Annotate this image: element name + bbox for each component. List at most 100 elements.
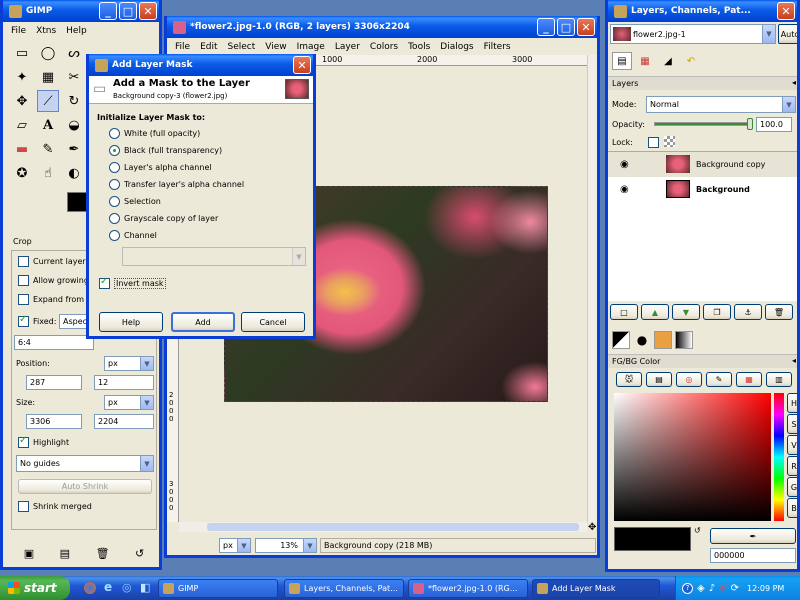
aspect-ratio-field[interactable]: 6:4 xyxy=(14,335,94,350)
maximize-button[interactable]: □ xyxy=(119,2,137,20)
help-button[interactable]: Help xyxy=(99,312,163,332)
color-picker-button[interactable]: ✒ xyxy=(710,528,796,544)
swap-colors-icon[interactable]: ↺ xyxy=(694,526,701,535)
menu-help[interactable]: Help xyxy=(62,26,91,36)
update-tray-icon[interactable]: ⟳ xyxy=(731,583,739,594)
mask-option-row[interactable]: White (full opacity) xyxy=(109,128,200,139)
mask-option-radio[interactable] xyxy=(109,196,120,207)
mask-option-row[interactable]: Black (full transparency) xyxy=(109,145,222,156)
menu-colors[interactable]: Colors xyxy=(366,42,402,52)
duplicate-layer-button[interactable]: ❐ xyxy=(703,304,731,320)
menu-xtns[interactable]: Xtns xyxy=(32,26,60,36)
layer-row[interactable]: ◉ Background copy xyxy=(608,152,797,177)
size-width-field[interactable]: 3306 xyxy=(26,414,82,429)
undo-tab-icon[interactable]: ↶ xyxy=(681,52,701,70)
current-layer-checkbox[interactable] xyxy=(18,256,29,267)
scroll-thumb[interactable] xyxy=(207,523,579,531)
mask-option-radio[interactable] xyxy=(109,213,120,224)
position-unit-select[interactable]: px ▼ xyxy=(104,356,154,371)
minimize-button[interactable]: _ xyxy=(99,2,117,20)
layers-tab-icon[interactable]: ▤ xyxy=(612,52,632,70)
add-button[interactable]: Add xyxy=(171,312,235,332)
gradient-tab-icon[interactable] xyxy=(675,331,693,349)
scissors-icon[interactable]: ✂ xyxy=(63,66,85,88)
mask-option-row[interactable]: Layer's alpha channel xyxy=(109,162,212,173)
restore-options-icon[interactable]: ▤ xyxy=(60,547,70,565)
hue-strip[interactable] xyxy=(774,393,784,521)
security-tray-icon[interactable]: ⛨ xyxy=(719,583,727,594)
shrink-merged-checkbox[interactable] xyxy=(18,501,29,512)
watercolor-selector-button[interactable]: ✎ xyxy=(706,372,732,387)
move-icon[interactable]: ✥ xyxy=(11,90,33,112)
channel-b-button[interactable]: B xyxy=(787,498,797,518)
fg-color-preview[interactable] xyxy=(614,527,691,551)
browser-icon[interactable]: ◎ xyxy=(122,581,132,594)
mode-select[interactable]: Normal ▼ xyxy=(646,96,796,113)
ie-icon[interactable]: e xyxy=(104,580,112,594)
channel-v-button[interactable]: V xyxy=(787,435,797,455)
mask-option-row[interactable]: Selection xyxy=(109,196,161,207)
paths-tab-icon[interactable]: ◢ xyxy=(658,52,678,70)
menu-file[interactable]: File xyxy=(171,42,194,52)
gimp-selector-button[interactable]: 🐭 xyxy=(616,372,642,387)
mask-option-radio[interactable] xyxy=(109,162,120,173)
size-unit-select[interactable]: px ▼ xyxy=(104,395,154,410)
allow-growing-checkbox[interactable] xyxy=(18,275,29,286)
eraser-icon[interactable]: ▬ xyxy=(11,138,33,160)
toolbox-titlebar[interactable]: GIMP _ □ ✕ xyxy=(3,0,159,22)
scales-selector-button[interactable]: ▦ xyxy=(736,372,762,387)
auto-button[interactable]: Auto xyxy=(778,24,797,44)
new-layer-button[interactable]: □ xyxy=(610,304,638,320)
palette-selector-button[interactable]: ▥ xyxy=(766,372,792,387)
close-button[interactable]: ✕ xyxy=(293,56,311,74)
channel-s-button[interactable]: S xyxy=(787,414,797,434)
mask-option-radio[interactable] xyxy=(109,128,120,139)
fixed-checkbox[interactable] xyxy=(18,314,29,327)
vertical-scrollbar[interactable] xyxy=(587,55,597,522)
triangle-selector-button[interactable]: ◎ xyxy=(676,372,702,387)
maximize-button[interactable]: □ xyxy=(557,18,575,36)
expand-from-checkbox[interactable] xyxy=(18,294,29,305)
eye-icon[interactable]: ◉ xyxy=(620,184,629,195)
lasso-icon[interactable]: ᔕ xyxy=(63,42,85,64)
start-button[interactable]: start xyxy=(0,576,70,600)
brush-tab-icon[interactable]: ● xyxy=(633,331,651,349)
smudge-icon[interactable]: ☝ xyxy=(37,162,59,184)
brush-icon[interactable]: ✎ xyxy=(37,138,59,160)
menu-edit[interactable]: Edit xyxy=(196,42,221,52)
mask-option-row[interactable]: Transfer layer's alpha channel xyxy=(109,179,244,190)
color-picker-area[interactable] xyxy=(614,393,771,521)
mask-option-row[interactable]: Channel xyxy=(109,230,157,241)
taskbar-item-layers[interactable]: Layers, Channels, Pat... xyxy=(284,579,404,598)
menu-select[interactable]: Select xyxy=(224,42,260,52)
unit-select[interactable]: px ▼ xyxy=(219,538,251,553)
menu-dialogs[interactable]: Dialogs xyxy=(436,42,477,52)
menu-file[interactable]: File xyxy=(7,26,30,36)
channel-h-button[interactable]: H xyxy=(787,393,797,413)
text-icon[interactable]: A xyxy=(37,114,59,136)
pattern-tab-icon[interactable] xyxy=(654,331,672,349)
shear-icon[interactable]: ▱ xyxy=(11,114,33,136)
channel-r-button[interactable]: R xyxy=(787,456,797,476)
color-select-icon[interactable]: ▦ xyxy=(37,66,59,88)
crop-icon[interactable]: ⟋ xyxy=(37,90,59,112)
menu-image[interactable]: Image xyxy=(293,42,329,52)
cmyk-selector-button[interactable]: ▤ xyxy=(646,372,672,387)
raise-layer-button[interactable]: ▲ xyxy=(641,304,669,320)
menu-layer[interactable]: Layer xyxy=(331,42,364,52)
menu-tools[interactable]: Tools xyxy=(404,42,434,52)
close-button[interactable]: ✕ xyxy=(777,2,795,20)
menu-filters[interactable]: Filters xyxy=(480,42,515,52)
hex-field[interactable]: 000000 xyxy=(710,548,796,563)
ink-icon[interactable]: ✒ xyxy=(63,138,85,160)
image-titlebar[interactable]: *flower2.jpg-1.0 (RGB, 2 layers) 3306x22… xyxy=(167,16,597,38)
channels-tab-icon[interactable]: ▦ xyxy=(635,52,655,70)
layers-titlebar[interactable]: Layers, Channels, Pat... ✕ xyxy=(608,0,797,22)
network-tray-icon[interactable]: ◈ xyxy=(697,583,705,594)
volume-tray-icon[interactable]: ♪ xyxy=(709,583,715,594)
position-x-field[interactable]: 287 xyxy=(26,375,82,390)
highlight-checkbox[interactable] xyxy=(18,435,29,448)
dialog-titlebar[interactable]: Add Layer Mask ✕ xyxy=(89,54,313,76)
size-height-field[interactable]: 2204 xyxy=(94,414,154,429)
help-tray-icon[interactable]: ? xyxy=(682,582,693,594)
